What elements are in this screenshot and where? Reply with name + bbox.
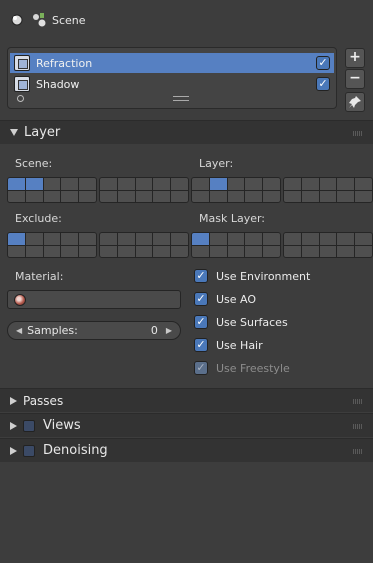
material-field[interactable] bbox=[7, 290, 181, 309]
toggle-label: Use Freestyle bbox=[216, 361, 290, 375]
expand-triangle-icon bbox=[10, 421, 17, 430]
pin-button[interactable] bbox=[345, 92, 365, 112]
scene-icon bbox=[31, 12, 46, 27]
denoising-checkbox[interactable] bbox=[23, 444, 35, 457]
render-layers-icon[interactable] bbox=[10, 13, 24, 27]
toggle-label: Use Environment bbox=[216, 269, 311, 283]
list-item[interactable]: Shadow ✓ bbox=[10, 74, 334, 94]
exclude-layers-grid-a[interactable] bbox=[7, 232, 97, 258]
checkbox: ✓ bbox=[194, 361, 208, 375]
use-freestyle-toggle: ✓ Use Freestyle bbox=[194, 361, 290, 375]
remove-layer-button[interactable]: − bbox=[345, 69, 365, 89]
drag-grip-icon[interactable] bbox=[353, 131, 363, 136]
samples-label: Samples: bbox=[27, 324, 78, 337]
decrement-arrow-icon[interactable]: ◀ bbox=[16, 326, 22, 335]
checkbox[interactable]: ✓ bbox=[194, 269, 208, 283]
list-item-label: Shadow bbox=[36, 77, 80, 91]
views-panel-header[interactable]: Views bbox=[0, 413, 373, 437]
render-layer-icon bbox=[14, 76, 30, 92]
scene-layers-label: Scene: bbox=[15, 157, 53, 170]
samples-value: 0 bbox=[150, 324, 158, 337]
drag-grip-icon[interactable] bbox=[353, 449, 363, 454]
checkbox[interactable]: ✓ bbox=[194, 338, 208, 352]
pin-icon bbox=[349, 96, 361, 108]
use-environment-toggle[interactable]: ✓ Use Environment bbox=[194, 269, 310, 283]
scene-title: Scene bbox=[52, 14, 86, 27]
list-item[interactable]: Refraction ✓ bbox=[10, 53, 334, 73]
drag-grip-icon[interactable] bbox=[353, 424, 363, 429]
layer-panel-header[interactable]: Layer bbox=[0, 120, 373, 144]
list-filter-toggle-icon[interactable] bbox=[17, 95, 24, 102]
expand-triangle-icon bbox=[10, 446, 17, 455]
layer-enabled-checkbox[interactable]: ✓ bbox=[316, 77, 330, 91]
exclude-layers-grid-b[interactable] bbox=[99, 232, 189, 258]
panel-title: Passes bbox=[23, 393, 64, 408]
use-hair-toggle[interactable]: ✓ Use Hair bbox=[194, 338, 263, 352]
toggle-label: Use Hair bbox=[216, 338, 263, 352]
panel-title: Views bbox=[43, 418, 81, 433]
samples-field[interactable]: ◀ Samples: 0 ▶ bbox=[7, 321, 181, 340]
mask-layers-label: Mask Layer: bbox=[199, 212, 266, 225]
layer-enabled-checkbox[interactable]: ✓ bbox=[316, 56, 330, 70]
use-surfaces-toggle[interactable]: ✓ Use Surfaces bbox=[194, 315, 288, 329]
expand-triangle-icon bbox=[10, 396, 17, 405]
view-layers-label: Layer: bbox=[199, 157, 234, 170]
scene-layers-grid-a[interactable] bbox=[7, 177, 97, 203]
increment-arrow-icon[interactable]: ▶ bbox=[166, 326, 172, 335]
use-ao-toggle[interactable]: ✓ Use AO bbox=[194, 292, 256, 306]
mask-layers-grid-a[interactable] bbox=[191, 232, 281, 258]
list-item-label: Refraction bbox=[36, 56, 93, 70]
add-layer-button[interactable]: + bbox=[345, 48, 365, 68]
toggle-label: Use Surfaces bbox=[216, 315, 288, 329]
denoising-panel-header[interactable]: Denoising bbox=[0, 438, 373, 462]
collapse-triangle-icon bbox=[10, 129, 18, 136]
material-sphere-icon bbox=[14, 294, 26, 306]
view-layers-grid-a[interactable] bbox=[191, 177, 281, 203]
scene-layers-grid-b[interactable] bbox=[99, 177, 189, 203]
passes-panel-header[interactable]: Passes bbox=[0, 388, 373, 412]
render-layer-icon bbox=[14, 55, 30, 71]
panel-title: Layer bbox=[24, 125, 61, 140]
mask-layers-grid-b[interactable] bbox=[283, 232, 373, 258]
drag-grip-icon[interactable] bbox=[353, 399, 363, 404]
toggle-label: Use AO bbox=[216, 292, 257, 306]
exclude-layers-label: Exclude: bbox=[15, 212, 62, 225]
checkbox[interactable]: ✓ bbox=[194, 315, 208, 329]
material-label: Material: bbox=[15, 270, 64, 283]
panel-title: Denoising bbox=[43, 443, 108, 458]
list-resize-handle[interactable] bbox=[173, 96, 189, 101]
views-checkbox[interactable] bbox=[23, 419, 35, 432]
view-layers-grid-b[interactable] bbox=[283, 177, 373, 203]
checkbox[interactable]: ✓ bbox=[194, 292, 208, 306]
